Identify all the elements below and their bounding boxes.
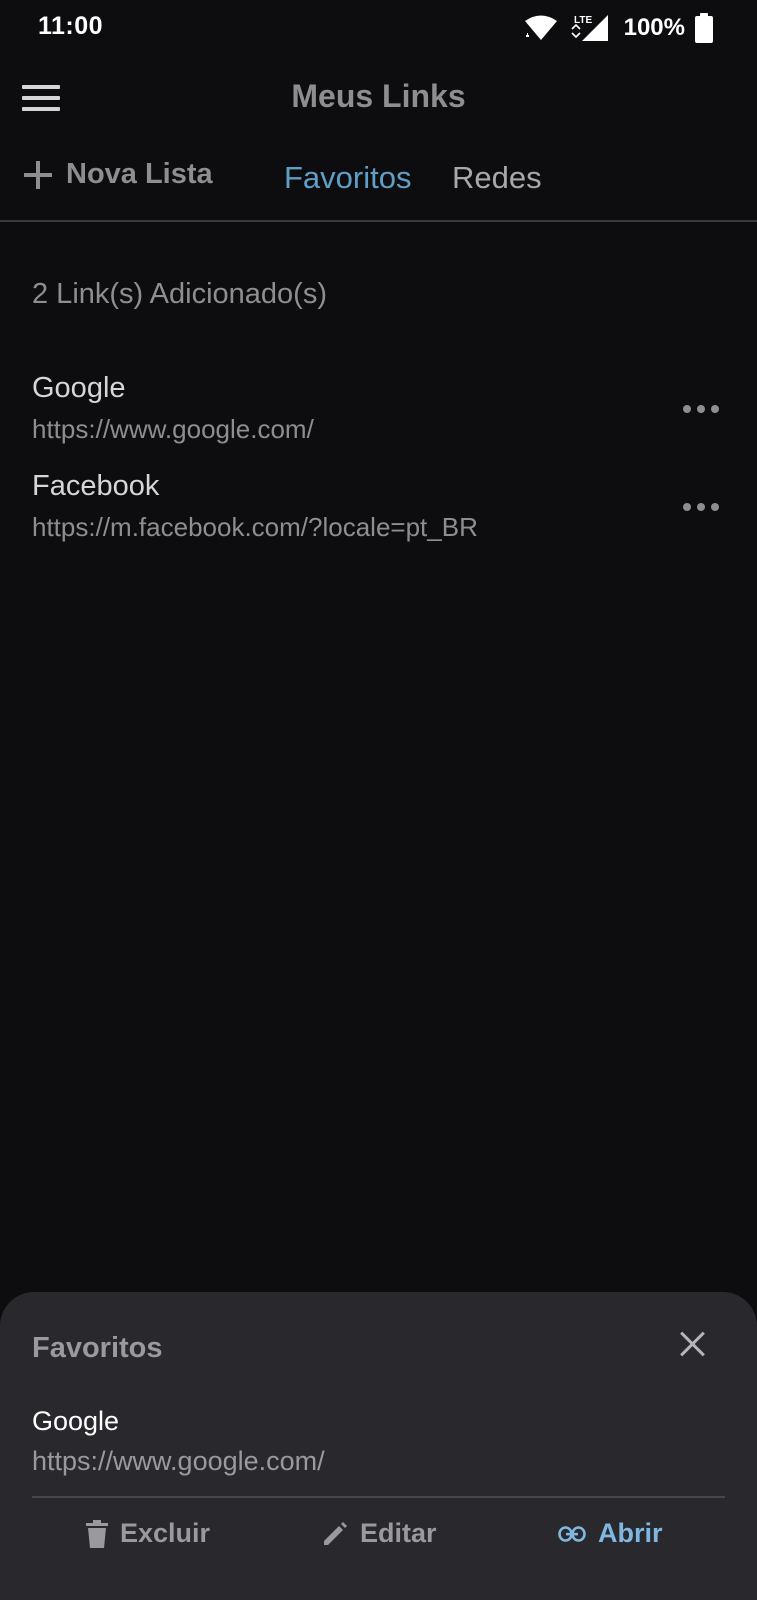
- sheet-link-url: https://www.google.com/: [32, 1446, 325, 1476]
- close-icon[interactable]: [679, 1330, 707, 1358]
- battery-percent: 100%: [623, 14, 685, 41]
- status-bar: 11:00 LTE 100%: [0, 0, 757, 56]
- screen: 11:00 LTE 100% Meus Links Nova Lista Fav…: [0, 0, 757, 1600]
- more-icon[interactable]: [683, 402, 719, 416]
- status-time: 11:00: [38, 12, 104, 40]
- open-label: Abrir: [598, 1518, 663, 1548]
- edit-button[interactable]: Editar: [322, 1518, 437, 1549]
- delete-button[interactable]: Excluir: [86, 1518, 210, 1549]
- link-url: https://m.facebook.com/?locale=pt_BR: [32, 512, 478, 542]
- bottom-sheet: Favoritos Google https://www.google.com/…: [0, 1292, 757, 1600]
- delete-label: Excluir: [120, 1518, 211, 1548]
- cellular-signal-icon: LTE: [571, 15, 608, 41]
- wifi-icon: [524, 15, 557, 40]
- list-item[interactable]: Facebook https://m.facebook.com/?locale=…: [0, 470, 757, 560]
- tab-redes[interactable]: Redes: [452, 160, 542, 196]
- tab-bar: Nova Lista Favoritos Redes: [0, 146, 757, 222]
- open-button[interactable]: Abrir: [558, 1518, 663, 1549]
- link-title: Facebook: [32, 470, 160, 502]
- tab-favoritos[interactable]: Favoritos: [284, 160, 411, 196]
- more-icon[interactable]: [683, 500, 719, 514]
- link-title: Google: [32, 372, 126, 404]
- edit-label: Editar: [360, 1518, 437, 1548]
- sheet-link-title: Google: [32, 1406, 120, 1436]
- sheet-title: Favoritos: [32, 1332, 163, 1364]
- sheet-actions: Excluir Editar Abrir: [0, 1518, 757, 1568]
- pencil-icon: [324, 1521, 347, 1545]
- list-item[interactable]: Google https://www.google.com/: [0, 372, 757, 462]
- trash-icon: [86, 1519, 108, 1548]
- network-label: LTE: [574, 15, 592, 26]
- link-url: https://www.google.com/: [32, 414, 314, 444]
- link-count: 2 Link(s) Adicionado(s): [32, 278, 327, 310]
- plus-icon: [24, 160, 52, 189]
- battery-icon: [695, 13, 713, 43]
- app-bar: Meus Links: [0, 64, 757, 134]
- link-icon: [558, 1525, 586, 1542]
- page-title: Meus Links: [291, 78, 466, 114]
- divider: [32, 1496, 725, 1498]
- new-list-button[interactable]: Nova Lista: [24, 158, 213, 191]
- new-list-label: Nova Lista: [66, 158, 213, 190]
- status-icons: LTE 100%: [524, 12, 713, 44]
